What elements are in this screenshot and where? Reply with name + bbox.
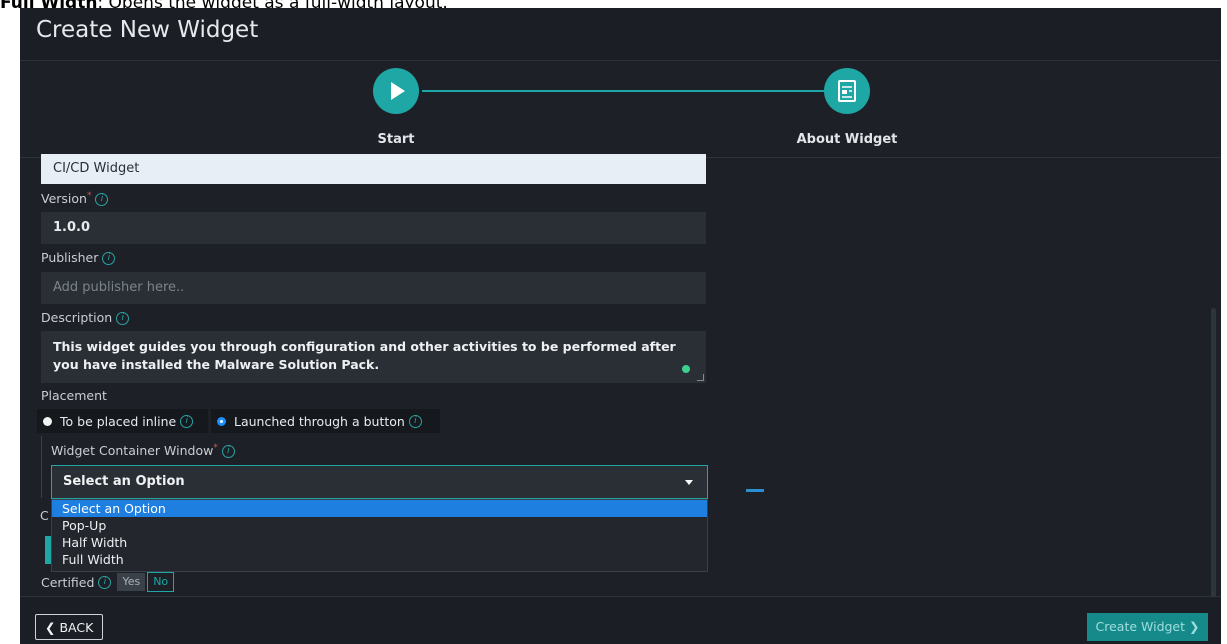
chevron-right-icon: ❯ (1189, 619, 1200, 634)
wizard-stepper: Start About Widget (20, 61, 1221, 158)
minus-icon[interactable] (746, 489, 764, 492)
container-window-label-text: Widget Container Window (51, 443, 214, 458)
modal-title: Create New Widget (36, 17, 259, 43)
container-window-dropdown: Select an Option Pop-Up Half Width Full … (51, 499, 708, 572)
description-text: This widget guides you through configura… (53, 339, 676, 372)
info-icon[interactable]: i (116, 312, 130, 325)
version-input[interactable]: 1.0.0 (41, 212, 706, 244)
publisher-input[interactable]: Add publisher here.. (41, 272, 706, 304)
step-start-label: Start (377, 132, 415, 147)
modal-footer: ❮ BACK Create Widget ❯ (20, 596, 1221, 644)
dropdown-option[interactable]: Pop-Up (52, 517, 707, 534)
document-icon (838, 80, 856, 102)
step-start-button[interactable] (373, 68, 419, 114)
placement-option-button[interactable]: Launched through a button i (211, 409, 440, 433)
certified-yes-toggle[interactable]: Yes (117, 573, 146, 591)
placement-option-inline[interactable]: To be placed inline i (37, 409, 208, 433)
chevron-left-icon: ❮ (45, 620, 56, 635)
info-icon[interactable]: i (180, 414, 194, 428)
play-icon (391, 82, 405, 100)
caret-down-icon (685, 480, 693, 485)
radio-checked-icon (217, 416, 226, 426)
dropdown-option[interactable]: Half Width (52, 534, 707, 551)
step-connector (422, 90, 824, 92)
certified-row: Certified i Yes No (41, 572, 175, 592)
info-icon[interactable]: i (95, 193, 109, 206)
placement-label: Placement (41, 388, 107, 403)
publisher-label-text: Publisher (41, 250, 99, 265)
placement-option-label: To be placed inline (60, 413, 177, 429)
dropdown-option[interactable]: Select an Option (52, 500, 707, 517)
vertical-scrollbar[interactable] (1211, 308, 1216, 598)
required-mark: * (213, 443, 218, 453)
container-window-select[interactable]: Select an Option (51, 465, 708, 499)
description-label-text: Description (41, 310, 113, 325)
certified-no-toggle[interactable]: No (147, 572, 175, 592)
certified-label: Certified (41, 574, 95, 590)
create-widget-modal: Create New Widget Start About Widget CI/… (20, 8, 1221, 644)
back-button[interactable]: ❮ BACK (35, 614, 104, 640)
modal-header: Create New Widget (20, 8, 1221, 61)
radio-unchecked-icon (43, 416, 52, 426)
info-icon[interactable]: i (221, 445, 235, 458)
dropdown-option[interactable]: Full Width (52, 551, 707, 568)
partial-label: C (40, 508, 49, 523)
select-value: Select an Option (63, 474, 185, 489)
info-icon[interactable]: i (408, 414, 422, 428)
container-window-label: Widget Container Window* i (51, 443, 235, 458)
description-textarea[interactable]: This widget guides you through configura… (41, 331, 706, 383)
create-widget-button[interactable]: Create Widget ❯ (1087, 613, 1208, 641)
required-mark: * (86, 191, 92, 201)
info-icon[interactable]: i (98, 575, 112, 589)
step-about-widget-button[interactable] (824, 68, 870, 114)
step-about-widget-label: About Widget (796, 132, 898, 147)
info-icon[interactable]: i (102, 252, 116, 265)
version-label-text: Version (41, 191, 87, 206)
publisher-label: Publisher i (41, 250, 116, 265)
version-label: Version* i (41, 191, 109, 206)
status-dot-icon (682, 365, 690, 373)
back-button-label: BACK (59, 620, 94, 635)
resize-handle-icon[interactable] (697, 374, 704, 381)
placement-option-label: Launched through a button (234, 413, 405, 429)
create-widget-label: Create Widget (1095, 619, 1186, 634)
description-label: Description i (41, 310, 130, 325)
widget-name-input[interactable]: CI/CD Widget (41, 154, 706, 184)
